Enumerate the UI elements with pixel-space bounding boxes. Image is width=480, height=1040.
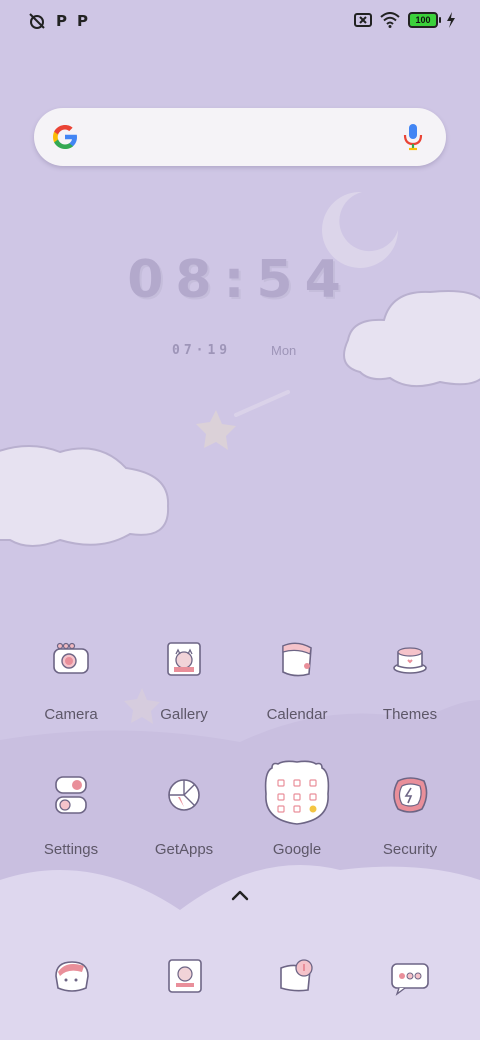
messages-icon bbox=[168, 959, 202, 993]
app-label: Themes bbox=[382, 706, 438, 723]
charging-bolt-icon bbox=[447, 12, 455, 28]
app-label: Gallery bbox=[160, 706, 208, 723]
clock-time[interactable]: 08:54 bbox=[0, 250, 480, 310]
dock-messages[interactable] bbox=[160, 952, 210, 1002]
app-label: Security bbox=[382, 841, 438, 858]
app-label: Camera bbox=[44, 706, 98, 723]
phone-icon bbox=[55, 961, 89, 992]
themes-icon bbox=[393, 647, 427, 674]
p-notification-icon: P bbox=[56, 12, 67, 30]
chevron-up-icon[interactable] bbox=[230, 888, 250, 902]
calendar-icon bbox=[282, 642, 312, 677]
getapps-icon bbox=[168, 779, 200, 811]
status-bar: P P 100 bbox=[0, 0, 480, 42]
security-icon bbox=[393, 777, 428, 813]
gallery-icon bbox=[167, 642, 201, 676]
camera-icon bbox=[53, 642, 89, 674]
clock-date: 07·19 bbox=[172, 343, 232, 358]
app-security[interactable]: Security bbox=[355, 775, 465, 885]
mic-icon[interactable] bbox=[402, 123, 424, 151]
browser-icon bbox=[280, 959, 313, 992]
dock-phone[interactable] bbox=[46, 952, 96, 1002]
app-settings[interactable]: Settings bbox=[16, 775, 126, 885]
app-gallery[interactable]: Gallery bbox=[129, 640, 239, 750]
dock-chat[interactable] bbox=[385, 952, 435, 1002]
app-label: Google bbox=[272, 841, 322, 858]
app-calendar[interactable]: Calendar bbox=[242, 640, 352, 750]
battery-icon: 100 bbox=[408, 12, 441, 28]
alarm-off-icon bbox=[29, 13, 45, 29]
google-g-icon bbox=[53, 125, 77, 149]
sim-off-icon bbox=[354, 13, 372, 27]
app-camera[interactable]: Camera bbox=[16, 640, 126, 750]
dock-browser[interactable] bbox=[272, 952, 322, 1002]
app-label: GetApps bbox=[154, 841, 214, 858]
google-folder-icon bbox=[264, 760, 330, 825]
clock-day: Mon bbox=[271, 343, 297, 358]
settings-icon bbox=[55, 776, 87, 814]
google-search-bar[interactable] bbox=[34, 108, 446, 166]
wifi-icon bbox=[380, 12, 400, 28]
app-getapps[interactable]: GetApps bbox=[129, 775, 239, 885]
chat-icon bbox=[391, 963, 429, 996]
app-label: Calendar bbox=[266, 706, 328, 723]
app-google-folder[interactable]: Google bbox=[242, 760, 352, 870]
p-notification-icon: P bbox=[77, 12, 88, 30]
app-label: Settings bbox=[43, 841, 99, 858]
app-themes[interactable]: Themes bbox=[355, 640, 465, 750]
